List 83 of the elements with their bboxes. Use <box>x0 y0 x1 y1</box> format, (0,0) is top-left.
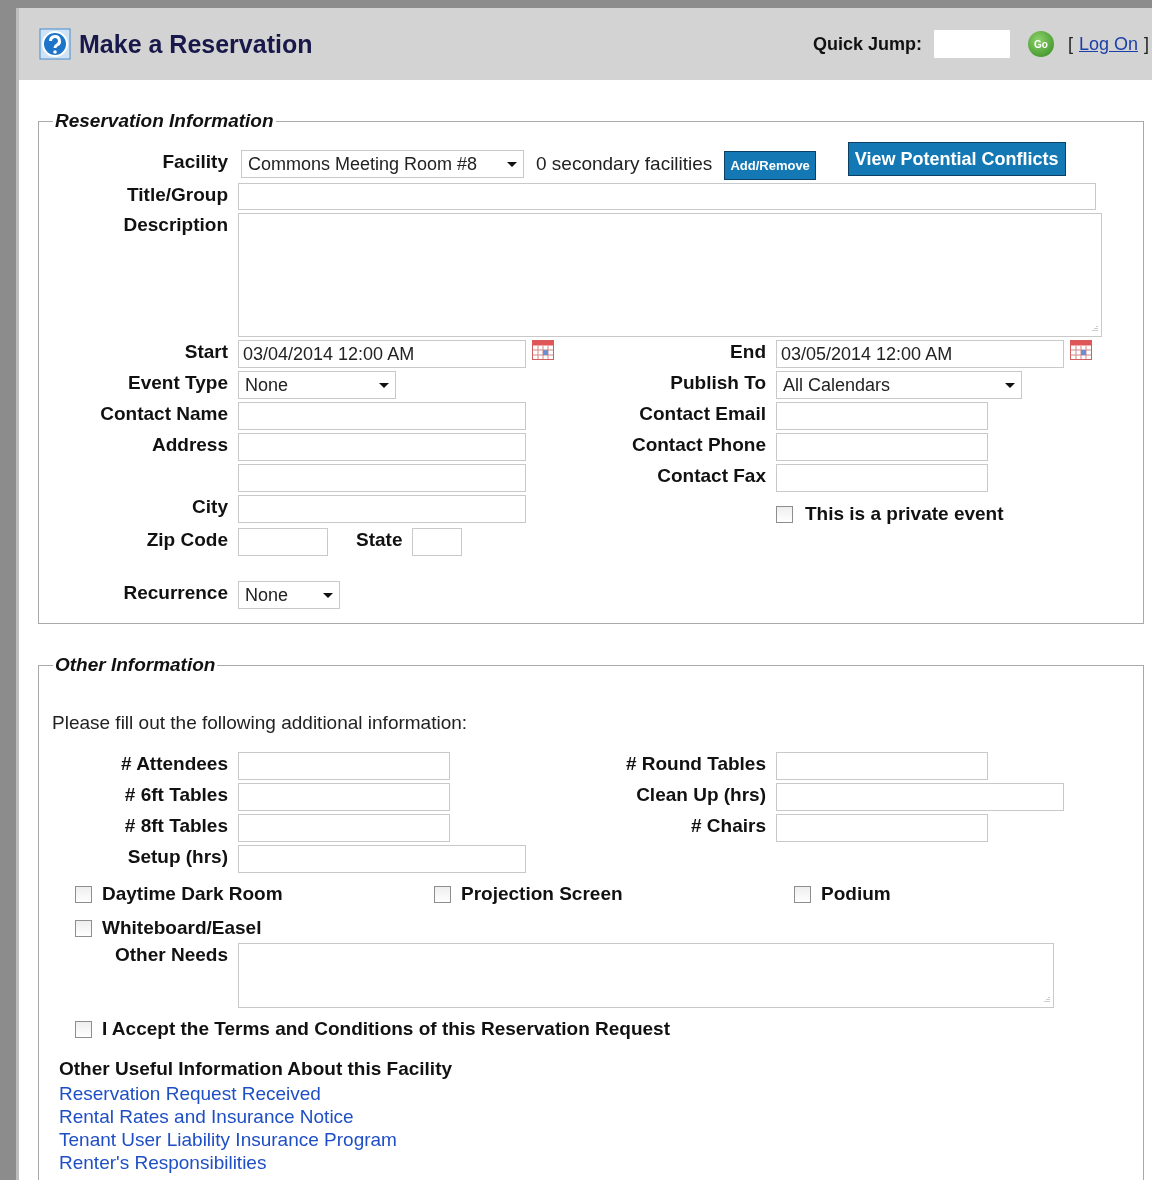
field-label: Clean Up (hrs) <box>636 783 766 806</box>
field-label: Publish To <box>670 371 766 394</box>
field-label: # Chairs <box>691 814 766 837</box>
field-label: Event Type <box>128 371 228 394</box>
field-label: # Attendees <box>121 752 228 775</box>
secondary-facilities-text: 0 secondary facilities <box>536 153 713 175</box>
select-box[interactable]: Commons Meeting Room #8 <box>241 150 524 178</box>
text-field[interactable] <box>238 183 1096 210</box>
select-box[interactable]: None <box>238 581 340 609</box>
date-field[interactable]: 03/05/2014 12:00 AM <box>776 340 1064 368</box>
checkbox[interactable] <box>75 885 92 903</box>
text-field[interactable] <box>238 402 526 430</box>
field-label: Zip Code <box>146 528 228 551</box>
checkbox[interactable] <box>434 885 451 903</box>
field-label: End <box>730 340 766 363</box>
info-link[interactable]: Reservation Request Received <box>59 1082 321 1105</box>
field-label: Contact Name <box>100 402 228 425</box>
field-label: Other Needs <box>115 943 228 966</box>
resize-grip-icon[interactable] <box>1090 325 1098 333</box>
text-field[interactable] <box>776 752 988 780</box>
resize-grip-icon[interactable] <box>1042 996 1050 1004</box>
checkbox-label: Projection Screen <box>461 883 623 905</box>
text-field[interactable] <box>776 402 988 430</box>
text-field[interactable] <box>238 814 450 842</box>
field-label: Address <box>151 433 228 456</box>
field-label: # 6ft Tables <box>124 783 228 806</box>
checkbox-label: Podium <box>821 883 891 905</box>
add-remove-button[interactable]: Add/Remove <box>724 151 816 180</box>
section-legend: Other Information <box>53 654 218 676</box>
section-legend: Reservation Information <box>53 110 276 132</box>
field-label: Contact Email <box>639 402 766 425</box>
other-needs-field[interactable] <box>238 943 1054 1008</box>
text-field[interactable] <box>238 464 526 492</box>
page-title: Make a Reservation <box>79 29 313 59</box>
bracket: [ <box>1067 33 1073 55</box>
checkbox[interactable] <box>776 505 793 523</box>
checkbox-label: Whiteboard/Easel <box>102 917 262 939</box>
description-field[interactable] <box>238 213 1102 337</box>
quick-jump-field[interactable] <box>933 30 1010 58</box>
checkbox-label: Daytime Dark Room <box>102 883 283 905</box>
calendar-icon[interactable] <box>1070 340 1092 360</box>
info-link[interactable]: Rental Rates and Insurance Notice <box>59 1105 354 1128</box>
field-label: Start <box>184 340 228 363</box>
info-link[interactable]: Renter's Responsibilities <box>59 1151 267 1174</box>
text-field[interactable] <box>238 433 526 461</box>
field-label: Facility <box>162 150 228 173</box>
text-field[interactable] <box>776 814 988 842</box>
checkbox[interactable] <box>75 919 92 937</box>
checkbox[interactable] <box>794 885 811 903</box>
select-box[interactable]: All Calendars <box>776 371 1022 399</box>
text-field[interactable] <box>238 495 526 523</box>
field-label: Contact Fax <box>657 464 766 487</box>
field-label: City <box>192 495 228 518</box>
text-field[interactable] <box>776 464 988 492</box>
field-label: # Round Tables <box>625 752 766 775</box>
text-field[interactable] <box>238 783 450 811</box>
checkbox[interactable] <box>75 1020 92 1038</box>
instruction-text: Please fill out the following additional information: <box>52 712 469 734</box>
text-field[interactable] <box>776 783 1064 811</box>
text-field[interactable] <box>238 845 526 873</box>
field-label: # 8ft Tables <box>124 814 228 837</box>
field-label: Title/Group <box>127 183 228 206</box>
bracket: ] <box>1144 33 1149 55</box>
view-conflicts-button[interactable]: View Potential Conflicts <box>847 142 1066 176</box>
field-label: Contact Phone <box>631 433 766 456</box>
section-heading: Other Useful Information About this Facility <box>59 1058 454 1080</box>
text-field[interactable] <box>412 528 463 556</box>
text-field[interactable] <box>776 433 988 461</box>
info-link[interactable]: Tenant User Liability Insurance Program <box>59 1128 397 1151</box>
field-label: State <box>356 528 403 551</box>
text-field[interactable] <box>238 528 328 556</box>
checkbox-label: I Accept the Terms and Conditions of this Reservation Request <box>102 1018 670 1040</box>
text-field[interactable] <box>238 752 450 780</box>
field-label: Setup (hrs) <box>127 845 228 868</box>
quick-jump-label: Quick Jump: <box>812 33 922 55</box>
log-on-link[interactable]: Log On <box>1078 33 1138 55</box>
help-icon <box>39 28 71 60</box>
date-field[interactable]: 03/04/2014 12:00 AM <box>238 340 526 368</box>
field-label: Recurrence <box>123 581 228 604</box>
select-box[interactable]: None <box>238 371 396 399</box>
checkbox-label: This is a private event <box>805 503 1004 525</box>
calendar-icon[interactable] <box>532 340 554 360</box>
field-label: Description <box>123 213 228 236</box>
